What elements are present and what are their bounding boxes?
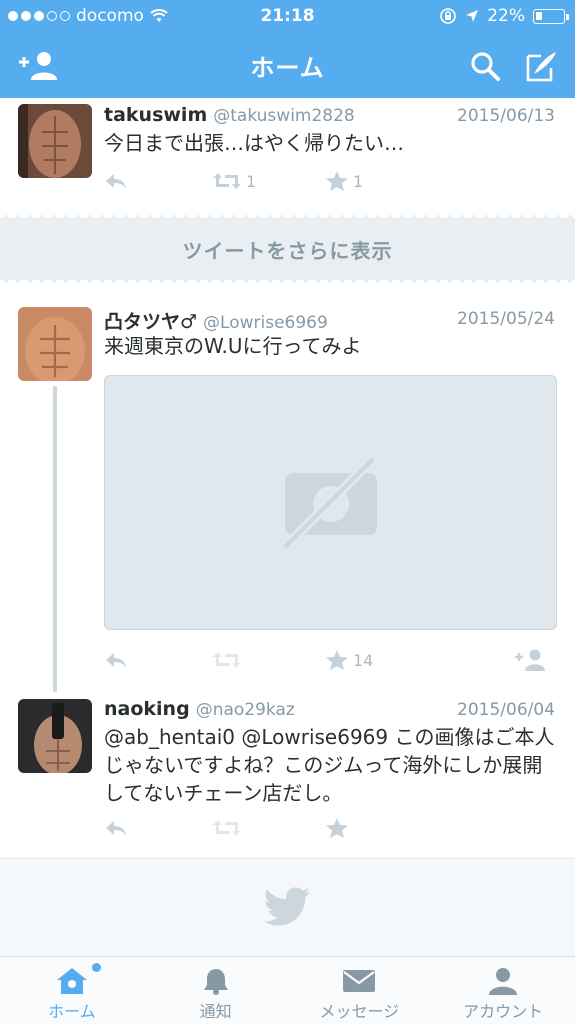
top-bar: docomo 21:18 22% ホーム [0, 0, 575, 98]
tweet[interactable]: takuswim @takuswim2828 2015/06/13 今日まで出張…… [0, 98, 575, 218]
tweet-author-handle[interactable]: @takuswim2828 [213, 106, 355, 126]
twitter-bird-icon [262, 887, 310, 925]
avatar[interactable] [18, 307, 92, 381]
tweet-date: 2015/06/13 [457, 106, 555, 126]
envelope-icon [343, 970, 376, 992]
tweet-actions: 1 1 [104, 168, 554, 194]
home-icon [56, 968, 87, 994]
tweet-author-handle[interactable]: @nao29kaz [196, 700, 295, 720]
retweet-icon [213, 652, 241, 668]
tweet-author-name[interactable]: 凸タツヤ♂ [104, 311, 197, 333]
tab-messages[interactable]: メッセージ [288, 957, 432, 1024]
retweet-icon [213, 173, 241, 189]
status-bar: docomo 21:18 22% [0, 0, 575, 32]
tweet-date: 2015/06/04 [457, 700, 555, 720]
location-icon [466, 10, 479, 22]
tweet-actions: 14 [104, 647, 554, 673]
avatar[interactable] [18, 104, 92, 178]
battery-percent: 22% [487, 6, 525, 26]
tweet-text: @ab_hentai0 @Lowrise6969 この画像はご本人じゃないですよ… [104, 725, 555, 805]
favorite-count: 1 [353, 171, 364, 191]
compose-icon[interactable] [520, 46, 564, 86]
star-icon [326, 171, 348, 191]
retweet-button[interactable]: 1 [212, 168, 256, 194]
retweet-button[interactable] [212, 815, 242, 841]
favorite-button[interactable]: 1 [325, 168, 363, 194]
tweet-date: 2015/05/24 [457, 309, 555, 329]
load-more-label: ツイートをさらに表示 [182, 238, 393, 263]
person-icon [489, 968, 518, 995]
favorite-button[interactable]: 14 [325, 647, 373, 673]
retweet-button[interactable] [212, 647, 242, 673]
tab-label: ホーム [48, 1002, 96, 1021]
tab-home[interactable]: ホーム [0, 957, 144, 1024]
tab-notifications[interactable]: 通知 [144, 957, 288, 1024]
tab-account[interactable]: アカウント [431, 957, 575, 1024]
tweet-author-name[interactable]: takuswim [104, 104, 207, 126]
tab-label: メッセージ [319, 1002, 400, 1021]
star-icon [326, 818, 348, 838]
favorite-button[interactable] [325, 815, 349, 841]
reply-icon[interactable] [104, 168, 128, 194]
new-tweets-dot [91, 963, 101, 972]
avatar[interactable] [18, 699, 92, 773]
reply-icon[interactable] [104, 647, 128, 673]
retweet-icon [213, 820, 241, 836]
favorite-count: 14 [353, 650, 374, 670]
search-icon[interactable] [463, 46, 507, 86]
nav-bar: ホーム [0, 32, 575, 98]
tab-label: 通知 [199, 1002, 232, 1021]
reply-icon[interactable] [104, 815, 128, 841]
bell-icon [203, 969, 228, 995]
tweet-author-handle[interactable]: @Lowrise6969 [203, 313, 328, 333]
tweet-actions [104, 815, 554, 841]
tweet-author-name[interactable]: naoking [104, 698, 190, 720]
tweet-text: 今日まで出張…はやく帰りたい… [104, 131, 404, 155]
tweet[interactable]: naoking @nao29kaz 2015/06/04 @ab_hentai0 … [0, 693, 575, 858]
tweet[interactable]: 凸タツヤ♂ @Lowrise6969 2015/05/24 来週東京のW.Uに行っ… [0, 298, 575, 683]
tab-bar: ホーム 通知 メッセージ アカウント [0, 956, 575, 1024]
star-icon [326, 650, 348, 670]
battery-icon [533, 8, 569, 24]
media-placeholder[interactable] [104, 375, 557, 630]
tab-label: アカウント [463, 1002, 544, 1021]
retweet-count: 1 [246, 171, 257, 191]
tweet-text: 来週東京のW.Uに行ってみよ [104, 334, 362, 358]
follow-icon[interactable] [514, 647, 548, 673]
gap-edge-bottom [0, 276, 575, 284]
image-unavailable-icon [280, 454, 377, 551]
timeline-end [0, 858, 575, 956]
rotation-lock-icon [440, 8, 457, 24]
load-more-tweets-button[interactable]: ツイートをさらに表示 [0, 218, 575, 280]
